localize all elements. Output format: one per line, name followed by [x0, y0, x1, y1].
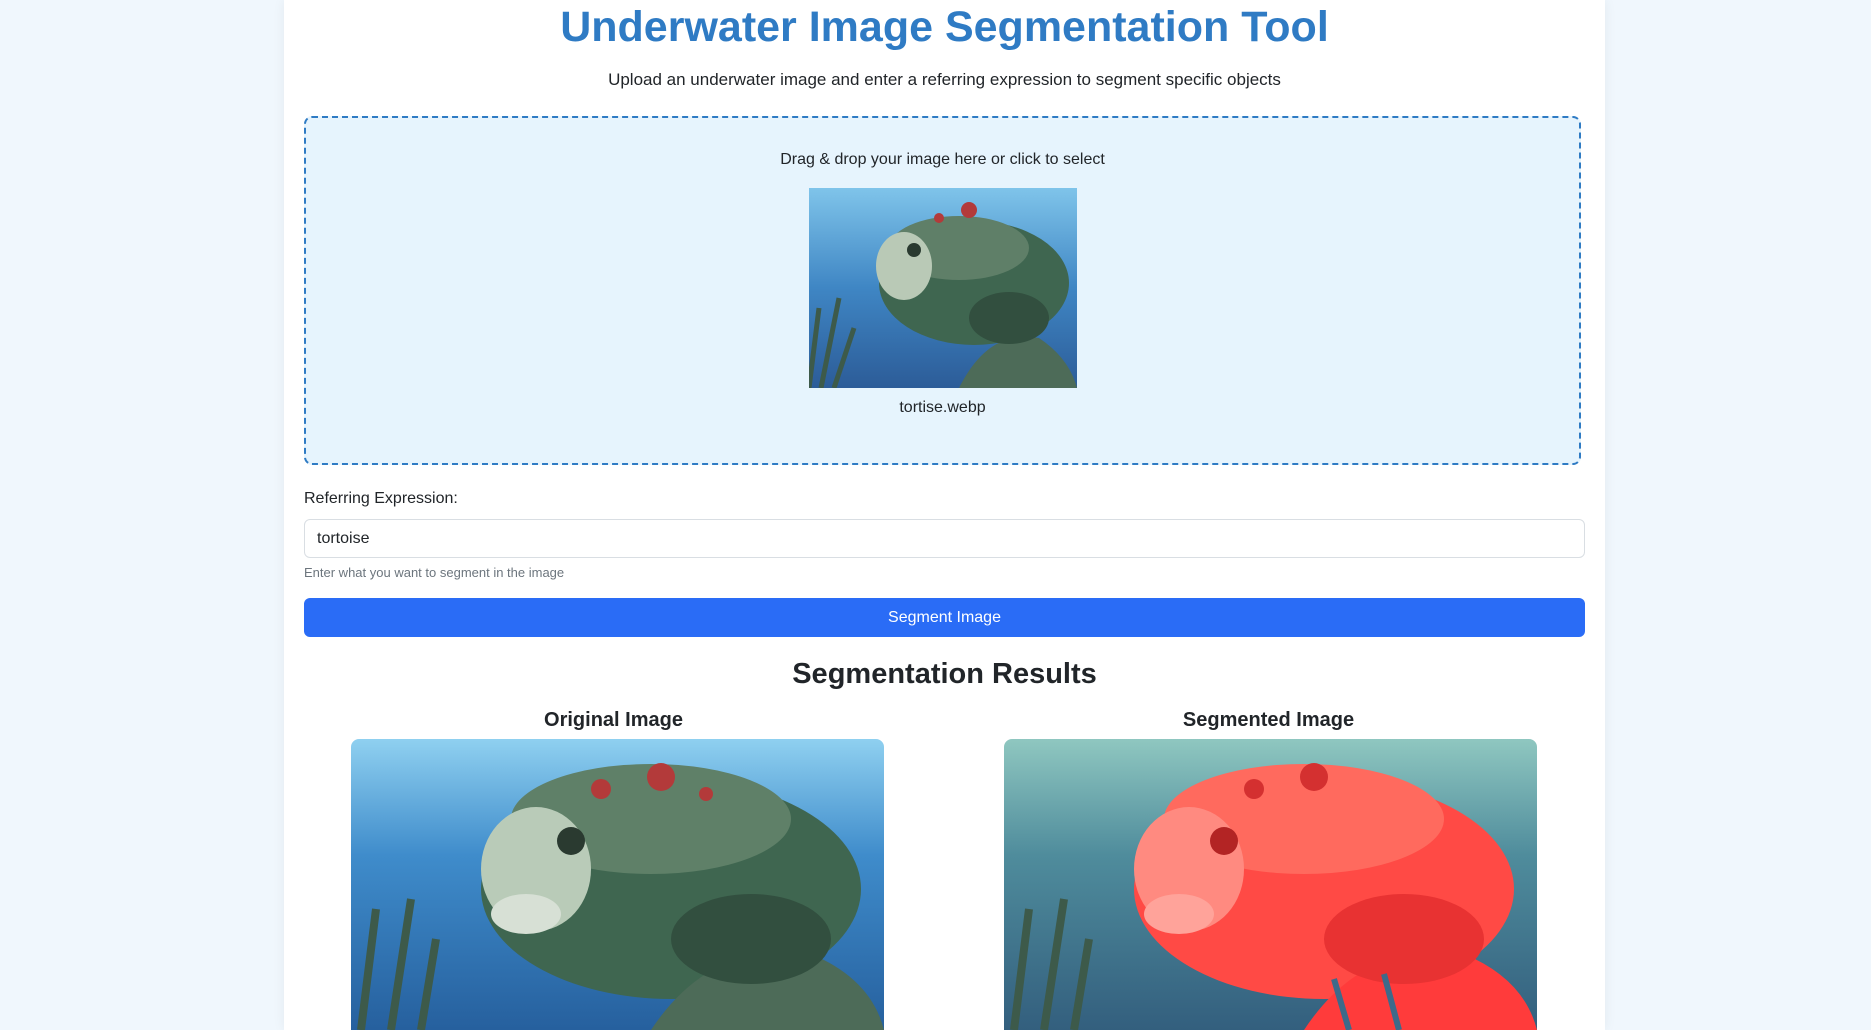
referring-expression-help: Enter what you want to segment in the im…	[304, 565, 565, 580]
original-image-label: Original Image	[544, 709, 683, 731]
page-subtitle: Upload an underwater image and enter a r…	[608, 70, 1281, 89]
original-image	[351, 739, 884, 1030]
page-title: Underwater Image Segmentation Tool	[560, 3, 1329, 51]
image-dropzone[interactable]: Drag & drop your image here or click to …	[304, 116, 1581, 465]
uploaded-image-preview	[809, 188, 1077, 388]
referring-expression-input[interactable]	[304, 519, 1585, 558]
segmented-image	[1004, 739, 1537, 1030]
segmented-image-label: Segmented Image	[1182, 709, 1355, 731]
main-container: Underwater Image Segmentation Tool Uploa…	[284, 0, 1605, 1030]
referring-expression-label: Referring Expression:	[304, 490, 458, 507]
dropzone-prompt: Drag & drop your image here or click to …	[780, 151, 1105, 168]
results-title: Segmentation Results	[792, 658, 1097, 690]
uploaded-filename: tortise.webp	[899, 399, 986, 416]
segment-image-button[interactable]: Segment Image	[304, 598, 1585, 637]
